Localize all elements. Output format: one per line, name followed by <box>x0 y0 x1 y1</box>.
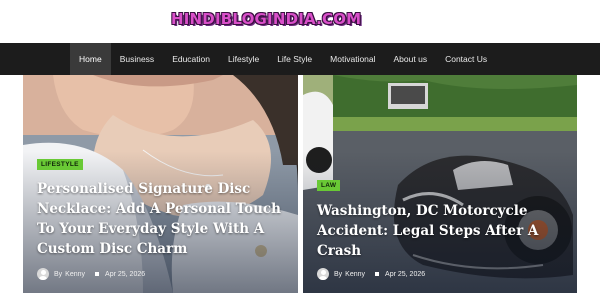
site-logo[interactable]: HINDIBLOGINDIA.COM <box>171 10 361 28</box>
by-label: By <box>54 270 63 278</box>
nav-item-life-style[interactable]: Life Style <box>268 43 321 75</box>
post-meta: By Kenny Apr 25, 2026 <box>317 268 425 280</box>
nav-item-education[interactable]: Education <box>163 43 219 75</box>
author-name[interactable]: Kenny <box>65 271 85 278</box>
author-avatar <box>37 268 49 280</box>
post-card-motorcycle[interactable]: LAW Washington, DC Motorcycle Accident: … <box>303 75 577 293</box>
nav-item-about-us[interactable]: About us <box>385 43 437 75</box>
post-date[interactable]: Apr 25, 2026 <box>105 271 145 278</box>
site-header: HINDIBLOGINDIA.COM <box>0 0 600 43</box>
main-navbar: Home Business Education Lifestyle Life S… <box>0 43 600 75</box>
author-name[interactable]: Kenny <box>345 271 365 278</box>
nav-item-lifestyle[interactable]: Lifestyle <box>219 43 268 75</box>
nav-menu: Home Business Education Lifestyle Life S… <box>70 43 496 75</box>
nav-item-business[interactable]: Business <box>111 43 164 75</box>
post-title[interactable]: Washington, DC Motorcycle Accident: Lega… <box>317 201 557 261</box>
category-badge[interactable]: LAW <box>317 180 341 191</box>
category-badge[interactable]: LIFESTYLE <box>37 159 83 170</box>
by-label: By <box>334 270 343 278</box>
calendar-icon <box>375 272 380 276</box>
nav-item-contact-us[interactable]: Contact Us <box>436 43 496 75</box>
calendar-icon <box>95 272 100 276</box>
post-card-necklace[interactable]: LIFESTYLE Personalised Signature Disc Ne… <box>23 75 298 293</box>
post-title[interactable]: Personalised Signature Disc Necklace: Ad… <box>37 179 287 259</box>
post-date[interactable]: Apr 25, 2026 <box>385 271 425 278</box>
author-avatar <box>317 268 329 280</box>
nav-item-motivational[interactable]: Motivational <box>321 43 384 75</box>
nav-item-home[interactable]: Home <box>70 43 111 75</box>
post-meta: By Kenny Apr 25, 2026 <box>37 268 145 280</box>
